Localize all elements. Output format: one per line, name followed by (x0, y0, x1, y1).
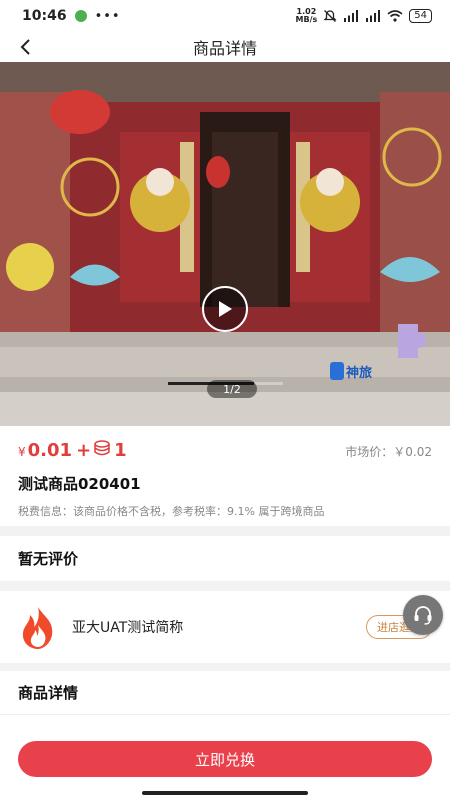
back-button[interactable] (14, 35, 38, 59)
store-name: 亚大UAT测试简称 (72, 620, 184, 636)
customer-service-button[interactable] (403, 595, 443, 635)
wifi-icon (387, 10, 403, 22)
mute-icon (323, 10, 337, 22)
reviews-title: 暂无评价 (18, 550, 79, 568)
status-bar: 10:46 ••• 1.02 MB/s 54 (0, 0, 450, 32)
points-value: 1 (114, 440, 127, 461)
details-title: 商品详情 (18, 684, 79, 702)
headset-icon (414, 606, 432, 625)
play-button[interactable] (202, 286, 248, 332)
page-indicator: 1/2 (207, 380, 257, 398)
product-media-carousel[interactable]: 神旅 1/2 (0, 62, 450, 426)
price-value: 0.01 (27, 440, 73, 461)
flame-icon (22, 607, 53, 649)
product-video-frame (0, 62, 450, 426)
price-card: ¥ 0.01 + 1 市场价：￥0.02 测试商品020401 税费信息：该商品… (0, 426, 450, 526)
battery-indicator: 54 (409, 9, 432, 23)
page-title: 商品详情 (192, 39, 257, 58)
network-speed: 1.02 MB/s (296, 8, 318, 24)
price-plus: + (76, 440, 92, 461)
signal-icon-2 (366, 10, 381, 22)
market-price: 市场价：￥0.02 (345, 445, 432, 459)
status-left: 10:46 ••• (22, 8, 121, 24)
signal-icon (344, 10, 359, 22)
price-currency: ¥ (18, 445, 26, 459)
tax-info: 税费信息：该商品价格不含税，参考税率：9.1% 属于跨境商品 (18, 505, 325, 518)
status-time: 10:46 (22, 8, 67, 24)
play-icon (219, 301, 232, 317)
status-right: 1.02 MB/s 54 (296, 8, 432, 24)
redeem-now-button[interactable]: 立即兑换 (18, 741, 432, 777)
bottom-action-bar: 立即兑换 (0, 730, 450, 800)
store-section[interactable]: 亚大UAT测试简称 进店逛逛 (0, 591, 450, 663)
network-speed-unit: MB/s (295, 15, 318, 24)
nav-bar: 商品详情 (0, 32, 450, 62)
media-watermark-logo: 神旅 (346, 366, 373, 381)
wechat-notification-icon (74, 10, 87, 22)
details-section: 商品详情 (0, 671, 450, 715)
chevron-left-icon (20, 39, 30, 55)
reviews-section[interactable]: 暂无评价 (0, 536, 450, 581)
product-name: 测试商品020401 (18, 475, 141, 493)
coins-icon (94, 440, 110, 456)
more-notifications-icon: ••• (94, 8, 121, 24)
home-indicator[interactable] (142, 791, 308, 795)
price-row: ¥ 0.01 + 1 市场价：￥0.02 (18, 440, 432, 461)
